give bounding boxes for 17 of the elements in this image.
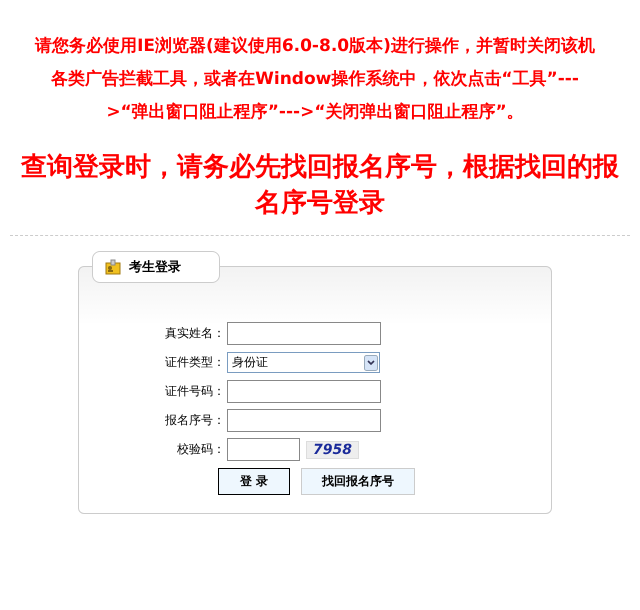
retrieve-number-button[interactable]: 找回报名序号 [301,468,415,495]
notice-text: 请您务必使用IE浏览器(建议使用6.0-8.0版本)进行操作，并暂时关闭该机各类广告拦截工具，或者在Window操作系统中，依次点击“工具”--->“弹出窗口阻止程序”--->“关闭弹出窗口阻止程序”。 [34,35,596,124]
field-label: 证件类型： [164,354,226,371]
id-type-dropdown[interactable]: 身份证 [227,352,380,373]
panel-title: 考生登录 [129,259,181,276]
captcha-image: 7958 [306,440,359,458]
field-label: 真实姓名： [164,325,226,342]
input-field[interactable] [227,380,381,403]
id-card-icon [105,259,121,275]
headline: 查询登录时，请务必先找回报名序号，根据找回的报名序号登录 [20,151,620,220]
field-label: 报名序号： [164,412,226,429]
captcha-field[interactable] [227,438,300,461]
login-button[interactable]: 登 录 [218,468,290,495]
input-field[interactable] [227,409,381,432]
field-label: 证件号码： [164,383,226,400]
input-field[interactable] [227,322,381,345]
field-label: 校验码： [176,441,226,458]
